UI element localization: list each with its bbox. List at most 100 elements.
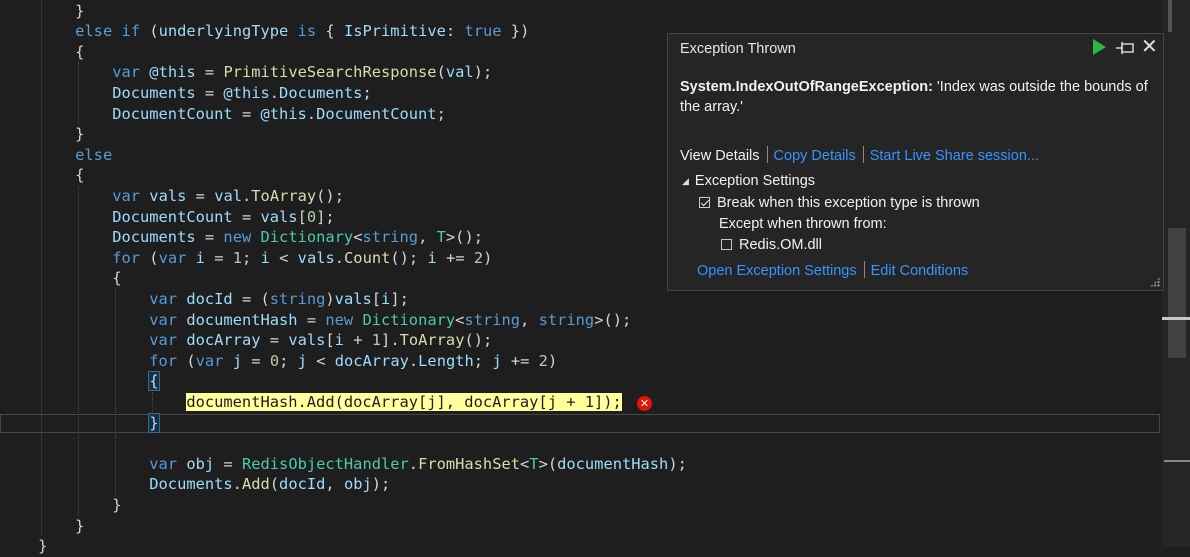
code-line: Documents = @this.Documents; (1, 83, 372, 104)
code-token: vals (297, 248, 335, 267)
code-token: ( (177, 351, 196, 370)
code-token: [ (297, 207, 307, 226)
code-token: IsPrimitive (343, 22, 446, 41)
code-line: var docArray = vals[i + 1].ToArray(); (1, 330, 492, 351)
code-line: DocumentCount = vals[0]; (1, 207, 335, 228)
code-token: 0 (306, 207, 317, 226)
code-token: vals (288, 331, 326, 350)
code-token: i (427, 248, 437, 267)
code-token: @this (149, 63, 196, 82)
code-token: for (149, 351, 178, 370)
code-token: ) (325, 289, 335, 308)
code-token: ); (371, 475, 391, 494)
break-when-thrown-checkbox[interactable]: Break when this exception type is thrown (699, 195, 980, 211)
code-token: Dictionary (362, 310, 456, 329)
code-token: documentHash (186, 310, 298, 329)
exception-settings-toggle[interactable]: ◢ Exception Settings (682, 173, 815, 189)
pin-icon[interactable] (1115, 40, 1135, 56)
resize-grip-icon[interactable] (1150, 277, 1160, 287)
code-token: { (75, 42, 85, 61)
collapse-triangle-icon: ◢ (682, 176, 689, 186)
checkbox-unchecked[interactable] (721, 239, 732, 250)
continue-play-icon[interactable] (1093, 39, 1106, 55)
code-line: for (var j = 0; j < docArray.Length; j +… (1, 351, 557, 372)
code-token: { (75, 166, 85, 185)
code-token: . (269, 83, 280, 102)
code-token: , (325, 475, 344, 494)
code-line: else if (underlyingType is { IsPrimitive… (1, 21, 529, 42)
exception-message: System.IndexOutOfRangeException: 'Index … (680, 77, 1150, 117)
code-token: ); (668, 454, 687, 473)
code-token: val (445, 63, 474, 82)
code-token: var (112, 63, 141, 82)
code-token: @this (223, 83, 270, 102)
code-token: ]. (381, 331, 400, 350)
live-share-link[interactable]: Start Live Share session... (870, 148, 1039, 164)
code-token: Count (344, 248, 391, 267)
code-token: ) (483, 248, 493, 267)
close-icon[interactable]: ✕ (1141, 37, 1158, 57)
code-token: vals (334, 289, 372, 308)
code-line: Documents = new Dictionary<string, T>(); (1, 227, 483, 248)
checkbox-checked[interactable] (699, 197, 710, 208)
code-token: . (408, 454, 419, 473)
code-line: { (1, 268, 121, 289)
scroll-marker (1164, 460, 1190, 462)
exception-settings-label: Exception Settings (694, 173, 816, 189)
code-token: += (436, 248, 474, 267)
code-token: . (306, 104, 317, 123)
code-line: { (1, 165, 84, 186)
code-token: ); (473, 63, 493, 82)
open-exception-settings-link[interactable]: Open Exception Settings (697, 263, 857, 279)
code-line: else (1, 145, 112, 166)
code-token: ( (436, 63, 446, 82)
code-token: i (381, 289, 391, 308)
code-token: docId (279, 475, 326, 494)
code-token: ; (436, 104, 446, 123)
code-token: vals (149, 186, 187, 205)
code-token: ; (362, 83, 372, 102)
code-token: var (158, 248, 187, 267)
break-label: Break when this exception type is thrown (717, 195, 980, 211)
code-line: { (1, 371, 160, 392)
code-token: RedisObjectHandler (241, 454, 409, 473)
code-token: j (297, 351, 307, 370)
scroll-marker (1168, 0, 1172, 32)
code-token: if (121, 22, 141, 41)
code-token: else (75, 145, 113, 164)
code-token: [ (325, 331, 335, 350)
code-token: 0 (269, 351, 280, 370)
scroll-thumb[interactable] (1168, 228, 1186, 358)
code-token: Documents (112, 83, 196, 102)
code-token: = (204, 248, 233, 267)
code-token: @this (260, 104, 307, 123)
error-icon[interactable]: ✕ (637, 396, 652, 411)
view-details-link[interactable]: View Details (680, 148, 760, 164)
exception-actions: View Details Copy Details Start Live Share… (680, 146, 1039, 164)
exception-helper-popup: Exception Thrown ✕ System.IndexOutOfRang… (667, 33, 1164, 291)
code-token: ]; (316, 207, 335, 226)
code-token: (); (464, 331, 493, 350)
module-checkbox[interactable]: Redis.OM.dll (721, 237, 822, 253)
code-token: Add (241, 475, 270, 494)
code-token: string (362, 228, 419, 247)
separator (766, 146, 768, 163)
code-token: 1 (371, 331, 382, 350)
current-statement-highlight: documentHash.Add(docArray[j], docArray[j… (186, 392, 622, 411)
code-token: 2 (538, 351, 548, 370)
matching-brace: { (148, 371, 160, 392)
code-token: var (195, 351, 224, 370)
vertical-scrollbar[interactable] (1162, 0, 1190, 547)
edit-conditions-link[interactable]: Edit Conditions (871, 263, 969, 279)
code-token: docArray (334, 351, 409, 370)
copy-details-link[interactable]: Copy Details (774, 148, 856, 164)
code-token: true (464, 22, 502, 41)
code-line: } (1, 516, 84, 537)
code-token: >(); (445, 228, 483, 247)
code-token: j (492, 351, 502, 370)
code-token: < (520, 454, 530, 473)
